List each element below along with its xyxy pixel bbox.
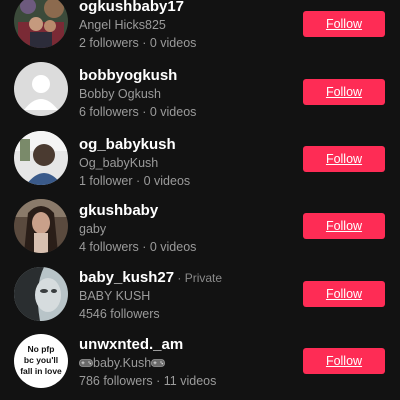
game-controller-icon (79, 359, 93, 367)
nickname: Bobby Ogkush (79, 87, 161, 101)
follow-button[interactable]: Follow (303, 213, 385, 239)
avatar-text-line: bc you'll (23, 355, 59, 365)
nickname: Og_babyKush (79, 156, 159, 170)
private-label: · Private (174, 271, 223, 285)
username[interactable]: baby_kush27 · Private (79, 269, 289, 287)
avatar[interactable]: No pfp bc you'll fall in love (14, 334, 68, 388)
username[interactable]: gkushbaby (79, 202, 289, 220)
user-row[interactable]: ogkushbaby17 Angel Hicks825 2 followers … (0, 0, 400, 54)
user-info: bobbyogkush Bobby Ogkush 6 followers · 0… (79, 67, 289, 120)
username-text[interactable]: baby_kush27 (79, 269, 174, 286)
avatar-text-line: fall in love (20, 366, 62, 376)
follower-stats: 6 followers · 0 videos (79, 105, 197, 119)
nickname: BABY KUSH (79, 289, 151, 303)
user-info: ogkushbaby17 Angel Hicks825 2 followers … (79, 0, 289, 51)
follow-button[interactable]: Follow (303, 281, 385, 307)
user-info: baby_kush27 · Private BABY KUSH 4546 fol… (79, 269, 289, 322)
username[interactable]: bobbyogkush (79, 67, 289, 85)
game-controller-icon (151, 359, 166, 367)
person-silhouette-icon (14, 62, 68, 116)
avatar-text-line: No pfp (27, 344, 55, 354)
avatar-text: No pfp bc you'll fall in love (14, 344, 68, 377)
follower-stats: 1 follower · 0 videos (79, 174, 191, 188)
follower-stats: 786 followers · 11 videos (79, 374, 217, 388)
user-info: unwxnted._am baby.Kush 786 followers · 1… (79, 336, 289, 389)
follow-button[interactable]: Follow (303, 11, 385, 37)
nickname: gaby (79, 222, 107, 236)
username[interactable]: og_babykush (79, 136, 289, 154)
avatar[interactable] (14, 62, 68, 116)
follow-button[interactable]: Follow (303, 79, 385, 105)
user-info: og_babykush Og_babyKush 1 follower · 0 v… (79, 136, 289, 189)
user-row[interactable]: baby_kush27 · Private BABY KUSH 4546 fol… (0, 256, 400, 323)
follower-stats: 4546 followers (79, 307, 160, 321)
avatar[interactable] (14, 131, 68, 185)
user-row[interactable]: bobbyogkush Bobby Ogkush 6 followers · 0… (0, 54, 400, 121)
user-row[interactable]: og_babykush Og_babyKush 1 follower · 0 v… (0, 121, 400, 188)
username[interactable]: ogkushbaby17 (79, 0, 289, 16)
nickname-text: baby.Kush (93, 356, 152, 370)
follower-stats: 2 followers · 0 videos (79, 36, 197, 50)
follow-button[interactable]: Follow (303, 348, 385, 374)
username[interactable]: unwxnted._am (79, 336, 289, 354)
user-info: gkushbaby gaby 4 followers · 0 videos (79, 202, 289, 255)
user-row[interactable]: No pfp bc you'll fall in love unwxnted._… (0, 323, 400, 390)
follow-button[interactable]: Follow (303, 146, 385, 172)
avatar[interactable] (14, 199, 68, 253)
avatar[interactable] (14, 0, 68, 48)
avatar[interactable] (14, 267, 68, 321)
user-row[interactable]: gkushbaby gaby 4 followers · 0 videos Fo… (0, 188, 400, 255)
nickname: Angel Hicks825 (79, 18, 166, 32)
user-search-results: ogkushbaby17 Angel Hicks825 2 followers … (0, 0, 400, 400)
nickname: baby.Kush (79, 355, 289, 371)
follower-stats: 4 followers · 0 videos (79, 240, 197, 254)
